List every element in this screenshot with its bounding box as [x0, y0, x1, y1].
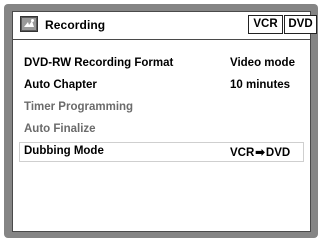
dubbing-destination: DVD [265, 147, 291, 159]
menu-item-label: Dubbing Mode [24, 145, 104, 157]
menu-item-value: 10 minutes [230, 79, 291, 91]
menu-item-auto-chapter[interactable]: Auto Chapter 10 minutes [13, 76, 310, 95]
menu-item-label: DVD-RW Recording Format [24, 57, 174, 69]
vcr-badge: VCR [248, 15, 283, 34]
menu-item-value: Video mode [230, 57, 295, 69]
menu-title: Recording [45, 18, 106, 32]
menu-item-dubbing-mode[interactable]: Dubbing Mode VCR➡DVD [13, 142, 310, 162]
menu-item-label: Auto Finalize [24, 123, 96, 135]
right-arrow-icon: ➡ [255, 147, 265, 159]
dubbing-source: VCR [230, 147, 255, 159]
menu-header: Recording VCR DVD [13, 12, 317, 40]
menu-item-label: Timer Programming [24, 101, 134, 113]
menu-item-dvd-rw-recording-format[interactable]: DVD-RW Recording Format Video mode [13, 54, 310, 73]
recording-menu-panel: Recording VCR DVD DVD-RW Recording Forma… [12, 11, 317, 232]
recording-menu-icon [20, 16, 38, 32]
osd-screen: Recording VCR DVD DVD-RW Recording Forma… [0, 0, 322, 242]
menu-item-auto-finalize[interactable]: Auto Finalize [13, 120, 310, 139]
menu-item-value: VCR➡DVD [230, 145, 290, 159]
dvd-badge: DVD [284, 15, 317, 34]
menu-item-timer-programming[interactable]: Timer Programming [13, 98, 310, 117]
menu-item-label: Auto Chapter [24, 79, 97, 91]
